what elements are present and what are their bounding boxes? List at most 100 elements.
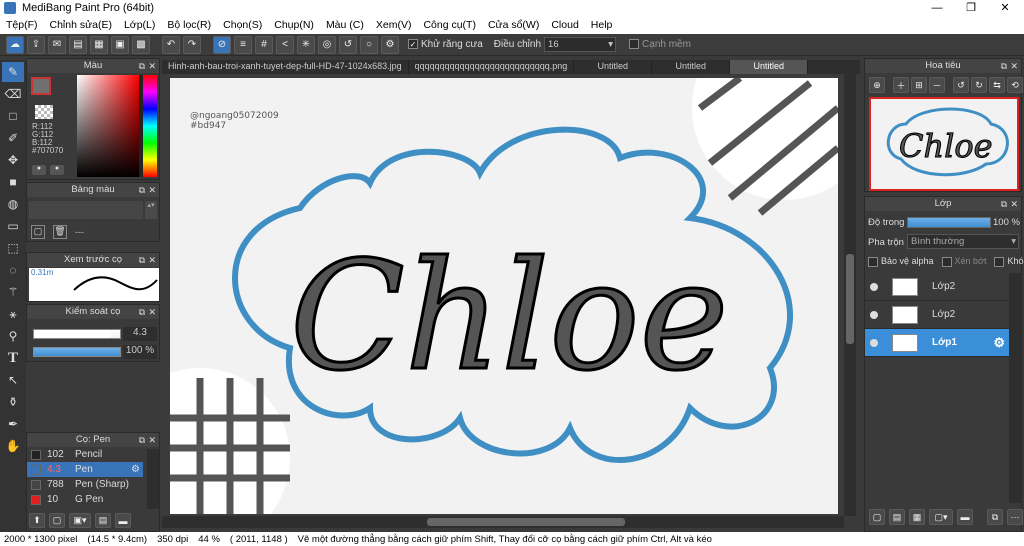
rotate-left-icon[interactable]: ↺	[953, 77, 969, 93]
blend-select[interactable]: Bình thường ▾	[907, 234, 1019, 249]
dock-icon[interactable]: ⧉	[1001, 197, 1007, 211]
dock-icon[interactable]: ⧉	[139, 433, 145, 447]
cross-snap-icon[interactable]: #	[255, 35, 273, 54]
close-icon[interactable]: ✕	[148, 59, 156, 73]
brush-size-slider[interactable]	[33, 329, 121, 339]
page-icon[interactable]: ▤	[69, 35, 87, 54]
primary-color-swatch[interactable]	[31, 77, 51, 95]
menu-item-5[interactable]: Chụp(N)	[268, 19, 320, 31]
eye-icon[interactable]	[870, 310, 878, 319]
lock-checkbox[interactable]	[994, 256, 1005, 267]
ellipse-snap-icon[interactable]: ○	[360, 35, 378, 54]
close-icon[interactable]: ✕	[1010, 59, 1018, 73]
menu-item-9[interactable]: Cửa sổ(W)	[482, 19, 545, 31]
text-tool-icon[interactable]: T	[2, 348, 24, 368]
doc-tab-2[interactable]: Untitled	[574, 60, 653, 74]
cloud-icon[interactable]: ☁	[6, 35, 24, 54]
layer-row[interactable]: Lớp1 ⚙	[865, 329, 1009, 357]
brush-opacity-slider[interactable]	[33, 347, 121, 357]
parallel-snap-icon[interactable]: ≡	[234, 35, 252, 54]
lasso-tool-icon[interactable]: ◌	[2, 260, 24, 280]
close-icon[interactable]: ✕	[148, 305, 156, 319]
reset-icon[interactable]: ⟲	[1007, 77, 1023, 93]
panels-icon[interactable]: ▩	[132, 35, 150, 54]
close-icon[interactable]: ✕	[148, 253, 156, 267]
eraser-tool-icon[interactable]: ⌫	[2, 84, 24, 104]
menu-item-2[interactable]: Lớp(L)	[118, 19, 161, 31]
grid-doc-icon[interactable]: ▣	[111, 35, 129, 54]
brush-item[interactable]: 102 Pencil	[27, 447, 143, 462]
menu-item-8[interactable]: Công cụ(T)	[417, 19, 482, 31]
close-icon[interactable]: ✕	[148, 433, 156, 447]
layer-more-icon[interactable]: ⋯	[1007, 509, 1023, 525]
duplicate-layer-icon[interactable]: ⧉	[987, 509, 1003, 525]
eye-icon[interactable]	[870, 338, 878, 347]
dock-icon[interactable]: ⧉	[139, 305, 145, 319]
fit-icon[interactable]: ⊞	[911, 77, 927, 93]
new-palette-icon[interactable]: ▢	[31, 225, 45, 239]
eyedropper-tool-icon[interactable]: ⚱	[2, 392, 24, 412]
gear-icon[interactable]: ⚙	[993, 335, 1005, 351]
horizontal-scrollbar[interactable]	[162, 516, 844, 528]
doc-tab-3[interactable]: Untitled	[652, 60, 731, 74]
move-tool-icon[interactable]: ✥	[2, 150, 24, 170]
canvas[interactable]: @ngoang05072009 #bd947 Chloe	[170, 78, 838, 514]
circle-snap-icon[interactable]: ◎	[318, 35, 336, 54]
share-icon[interactable]: ⇪	[27, 35, 45, 54]
layer-scrollbar[interactable]	[1009, 273, 1021, 503]
pen-select-icon[interactable]: ✐	[2, 128, 24, 148]
add-brush-icon[interactable]: ⬆	[29, 513, 45, 528]
close-icon[interactable]: ✕	[1010, 197, 1018, 211]
dock-icon[interactable]: ⧉	[139, 253, 145, 267]
color-wheel-button[interactable]: ●	[50, 165, 64, 175]
menu-item-11[interactable]: Help	[585, 19, 619, 31]
new-layer-icon[interactable]: ▢	[869, 509, 885, 525]
menu-item-3[interactable]: Bộ lọc(R)	[161, 19, 217, 31]
comment-icon[interactable]: ✉	[48, 35, 66, 54]
canvas-area[interactable]: @ngoang05072009 #bd947 Chloe	[162, 74, 844, 516]
brush-doc-icon[interactable]: ▤	[95, 513, 111, 528]
settings-icon[interactable]: ⚙	[381, 35, 399, 54]
select-pen-icon[interactable]: ⚹	[2, 304, 24, 324]
hue-slider[interactable]	[143, 75, 157, 177]
rotate-right-icon[interactable]: ↻	[971, 77, 987, 93]
transparent-swatch[interactable]	[35, 105, 53, 119]
doc-icon[interactable]: ▦	[90, 35, 108, 54]
gradient-tool-icon[interactable]: ▭	[2, 216, 24, 236]
trash-icon[interactable]: 🗑	[53, 225, 67, 239]
magic-wand-icon[interactable]: ⚚	[2, 282, 24, 302]
curve-snap-icon[interactable]: ↺	[339, 35, 357, 54]
radial-snap-icon[interactable]: ✳	[297, 35, 315, 54]
vanish-snap-icon[interactable]: <	[276, 35, 294, 54]
menu-item-6[interactable]: Màu (C)	[320, 19, 370, 31]
layer-image-icon[interactable]: ▦	[909, 509, 925, 525]
hand-tool-icon[interactable]: ✋	[2, 436, 24, 456]
brush-menu-icon[interactable]: ▣▾	[69, 513, 91, 528]
menu-item-1[interactable]: Chỉnh sửa(E)	[44, 19, 118, 31]
brush-item[interactable]: 788 Pen (Sharp)	[27, 477, 143, 492]
menu-item-7[interactable]: Xem(V)	[370, 19, 418, 31]
menu-item-10[interactable]: Cloud	[545, 19, 584, 31]
undo-icon[interactable]: ↶	[162, 35, 180, 54]
maximize-button[interactable]: ❐	[954, 0, 988, 16]
protect-alpha-checkbox[interactable]	[868, 256, 878, 267]
dock-icon[interactable]: ⧉	[1001, 59, 1007, 73]
palette-swatches[interactable]	[29, 201, 143, 219]
rect-select-tool-icon[interactable]: □	[2, 106, 24, 126]
color-mode-button[interactable]: ●	[32, 165, 46, 175]
navigator-thumbnail[interactable]: Chloe	[869, 97, 1019, 191]
operation-tool-icon[interactable]: ↖	[2, 370, 24, 390]
soft-edge-checkbox[interactable]	[629, 39, 640, 50]
zoom-in-icon[interactable]: ＋	[893, 77, 909, 93]
brush-size-value[interactable]: 4.3	[123, 327, 157, 341]
bucket-tool-icon[interactable]: ◍	[2, 194, 24, 214]
brush-opacity-value[interactable]: 100 %	[123, 345, 157, 359]
close-button[interactable]: ✕	[988, 0, 1022, 16]
doc-tab-1[interactable]: qqqqqqqqqqqqqqqqqqqqqqqqqqq.png	[409, 60, 575, 74]
minimize-button[interactable]: —	[920, 0, 954, 16]
zoom-out-icon[interactable]: －	[929, 77, 945, 93]
select-tool-icon[interactable]: ⬚	[2, 238, 24, 258]
brush-item[interactable]: 10 G Pen	[27, 492, 143, 507]
snap-off-icon[interactable]: ⊘	[213, 35, 231, 54]
menu-item-0[interactable]: Tệp(F)	[0, 19, 44, 31]
